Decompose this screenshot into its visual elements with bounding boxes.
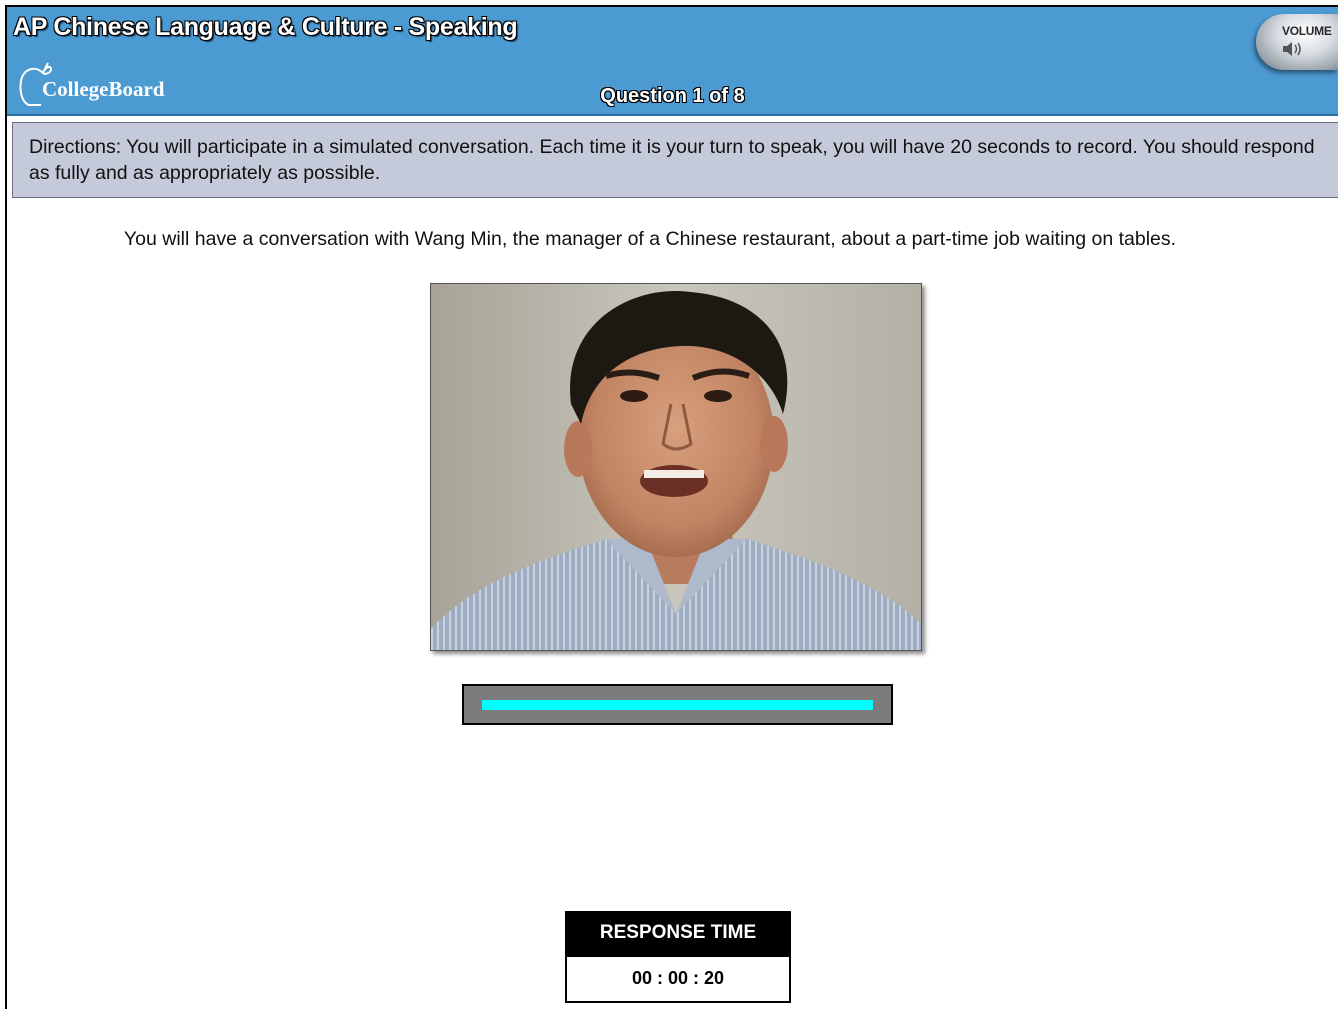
volume-label: VOLUME: [1282, 24, 1332, 38]
speaker-photo: [430, 283, 922, 651]
response-time-value: 00 : 00 : 20: [631, 968, 725, 988]
directions-panel: Directions: You will participate in a si…: [12, 122, 1338, 198]
header-bar: AP Chinese Language & Culture - Speaking…: [7, 7, 1338, 116]
portrait-image: [431, 284, 921, 650]
app-title: AP Chinese Language & Culture - Speaking: [13, 13, 518, 41]
volume-button[interactable]: VOLUME: [1256, 14, 1338, 70]
audio-progress-bar: [462, 684, 893, 725]
speaker-icon: [1283, 42, 1301, 56]
audio-progress-fill: [482, 700, 873, 710]
question-counter: Question 1 of 8: [600, 85, 745, 107]
response-time-box: RESPONSE TIME 00 : 00 : 20: [565, 911, 791, 1003]
response-time-title: RESPONSE TIME: [567, 913, 789, 957]
scenario-text: You will have a conversation with Wang M…: [123, 228, 1177, 250]
